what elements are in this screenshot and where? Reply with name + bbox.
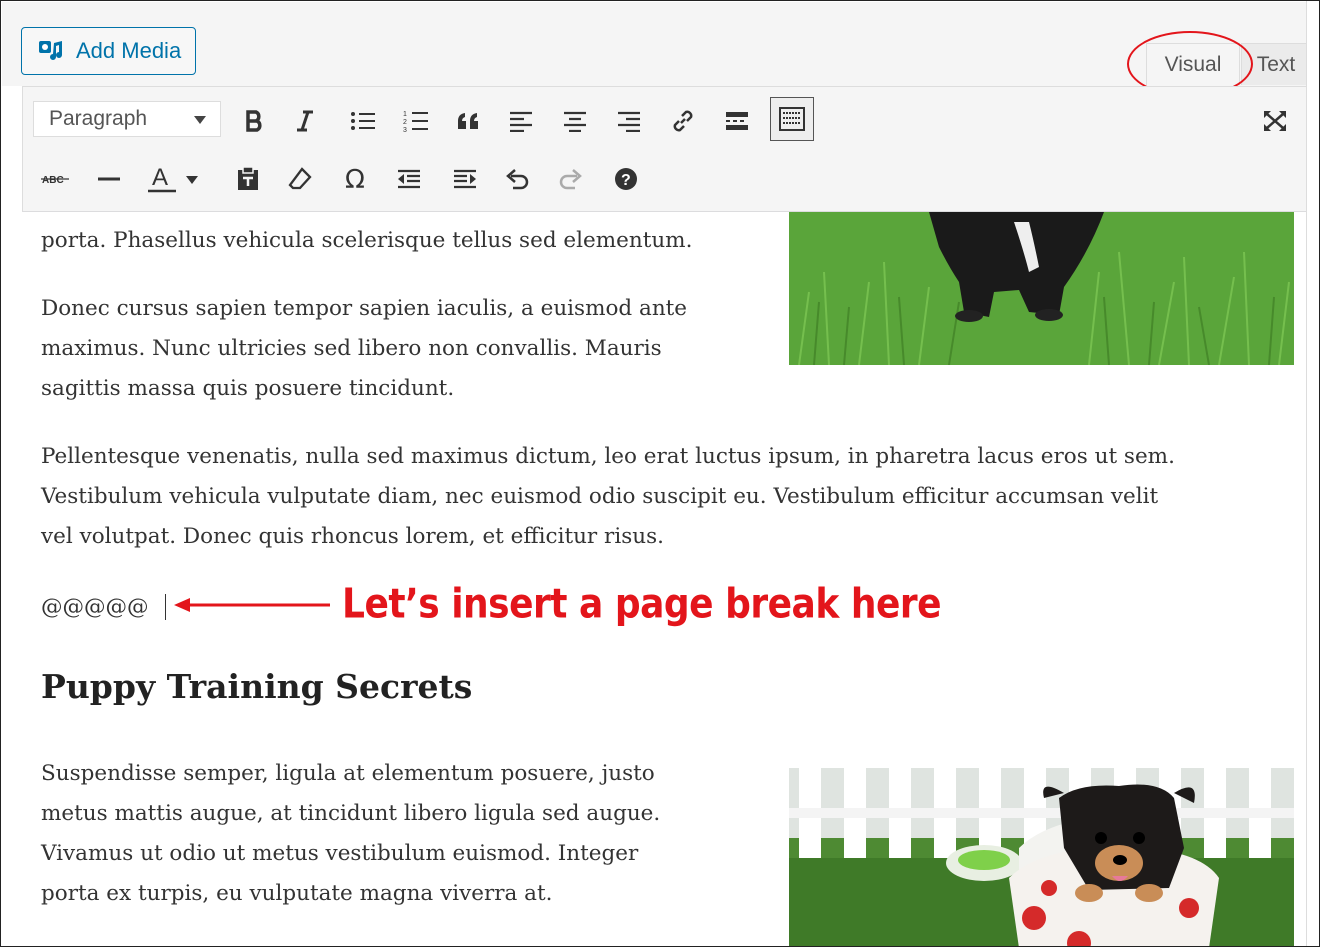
puppy-grass-image[interactable]: [789, 212, 1294, 365]
add-media-button[interactable]: Add Media: [21, 27, 196, 75]
bullet-list-icon[interactable]: [343, 101, 383, 141]
puppy-cup-image[interactable]: [789, 768, 1294, 946]
svg-text:ABC: ABC: [42, 175, 64, 186]
format-select-value: Paragraph: [49, 107, 148, 130]
text-cursor: [165, 594, 166, 620]
align-left-icon[interactable]: [501, 101, 541, 141]
indent-icon[interactable]: [445, 159, 485, 199]
paragraph-2-line-2: maximus. Nunc ultricies sed libero non c…: [41, 336, 662, 361]
help-icon[interactable]: ?: [606, 159, 646, 199]
text-color-icon[interactable]: A: [141, 159, 207, 199]
redo-icon[interactable]: [550, 159, 590, 199]
chevron-down-icon: [194, 116, 206, 124]
numbered-list-icon[interactable]: 123: [396, 101, 436, 141]
blockquote-icon[interactable]: [448, 101, 488, 141]
undo-icon[interactable]: [498, 159, 538, 199]
svg-text:3: 3: [403, 127, 407, 133]
add-media-icon: [38, 40, 64, 62]
section-heading: Puppy Training Secrets: [41, 667, 473, 706]
link-icon[interactable]: [663, 101, 703, 141]
italic-icon[interactable]: [285, 101, 325, 141]
tab-text[interactable]: Text: [1241, 43, 1311, 85]
tab-visual[interactable]: Visual: [1146, 43, 1240, 85]
align-right-icon[interactable]: [609, 101, 649, 141]
paragraph-1-tail: porta. Phasellus vehicula scelerisque te…: [41, 228, 693, 253]
add-media-label: Add Media: [76, 38, 182, 63]
paragraph-4-line-3: Vivamus ut odio ut metus vestibulum euis…: [41, 841, 639, 866]
align-center-icon[interactable]: [555, 101, 595, 141]
clear-formatting-icon[interactable]: [280, 159, 320, 199]
paragraph-4-line-2: metus mattis augue, at tincidunt libero …: [41, 801, 661, 826]
paragraph-2-line-3: sagittis massa quis posuere tincidunt.: [41, 376, 455, 401]
fullscreen-icon[interactable]: [1255, 101, 1295, 141]
svg-text:A: A: [152, 165, 168, 191]
paragraph-2-line-1: Donec cursus sapien tempor sapien iaculi…: [41, 296, 688, 321]
annotation-label: Let’s insert a page break here: [342, 580, 942, 629]
read-more-icon[interactable]: [717, 101, 757, 141]
paste-text-icon[interactable]: [228, 159, 268, 199]
svg-text:?: ?: [621, 172, 631, 189]
paragraph-3-line-1: Pellentesque venenatis, nulla sed maximu…: [41, 444, 1175, 469]
paragraph-3-line-3: vel volutpat. Donec quis rhoncus lorem, …: [41, 524, 664, 549]
svg-text:1: 1: [403, 111, 407, 118]
horizontal-line-icon[interactable]: [89, 159, 129, 199]
formatting-toolbar: Paragraph 123 ABC A Ω ?: [22, 86, 1309, 212]
bold-icon[interactable]: [235, 101, 275, 141]
toolbar-toggle-icon[interactable]: [770, 97, 814, 141]
editor-right-edge: [1306, 1, 1319, 946]
strikethrough-icon[interactable]: ABC: [35, 159, 75, 199]
special-character-icon[interactable]: Ω: [336, 159, 376, 199]
clipped-text-line: [41, 212, 741, 214]
paragraph-4-line-1: Suspendisse semper, ligula at elementum …: [41, 761, 655, 786]
page-break-marker-text: @@@@@: [41, 595, 149, 620]
paragraph-3-line-2: Vestibulum vehicula vulputate diam, nec …: [41, 484, 1159, 509]
annotation-arrow-icon: [174, 598, 330, 612]
editor-header: [2, 2, 1308, 86]
editor-window: Add Media Visual Text Paragraph 123 ABC …: [0, 0, 1320, 947]
svg-text:Ω: Ω: [345, 166, 365, 192]
editor-content[interactable]: porta. Phasellus vehicula scelerisque te…: [2, 212, 1308, 946]
paragraph-4-line-4: porta ex turpis, eu vulputate magna vive…: [41, 881, 553, 906]
outdent-icon[interactable]: [389, 159, 429, 199]
svg-text:2: 2: [403, 119, 407, 126]
format-select[interactable]: Paragraph: [33, 101, 221, 137]
